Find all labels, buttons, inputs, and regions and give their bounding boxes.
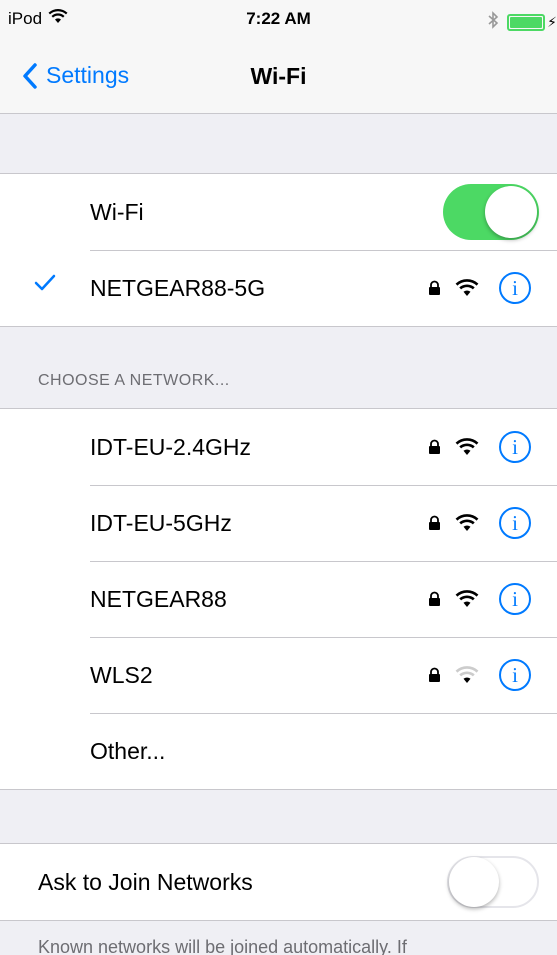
charging-bolt-icon: ⚡: [547, 14, 557, 30]
info-icon[interactable]: i: [499, 659, 531, 691]
wifi-group: Wi-Fi NETGEAR88-5G i: [0, 173, 557, 327]
network-name: IDT-EU-5GHz: [90, 509, 232, 536]
page-title: Wi-Fi: [250, 63, 307, 89]
status-time: 7:22 AM: [246, 9, 311, 28]
bluetooth-icon: [487, 11, 499, 34]
other-network-row[interactable]: Other...: [0, 713, 557, 789]
wifi-icon: [455, 514, 479, 531]
wifi-icon: [455, 590, 479, 607]
battery-fill: [510, 17, 543, 28]
lock-icon: [429, 667, 440, 682]
network-row[interactable]: IDT-EU-5GHz i: [0, 485, 557, 561]
wifi-icon: [455, 666, 479, 683]
info-icon[interactable]: i: [499, 507, 531, 539]
lock-icon: [429, 591, 440, 606]
network-row[interactable]: WLS2 i: [0, 637, 557, 713]
ask-to-join-label: Ask to Join Networks: [38, 868, 253, 895]
status-bar: iPod 7:22 AM ⚡: [0, 0, 557, 40]
info-icon[interactable]: i: [499, 272, 531, 304]
battery-icon: [507, 14, 546, 31]
info-icon[interactable]: i: [499, 431, 531, 463]
toggle-knob: [485, 186, 537, 238]
ask-to-join-toggle[interactable]: [447, 856, 539, 908]
network-name: WLS2: [90, 661, 153, 688]
ask-to-join-group: Ask to Join Networks: [0, 843, 557, 921]
wifi-toggle[interactable]: [443, 184, 539, 240]
lock-icon: [429, 439, 440, 454]
network-accessories: i: [428, 250, 531, 326]
networks-group: IDT-EU-2.4GHz i IDT-EU-5GHz i NETGEAR88 …: [0, 408, 557, 790]
ask-to-join-footer: Known networks will be joined automatica…: [38, 937, 407, 955]
other-network-label: Other...: [90, 737, 166, 764]
wifi-icon: [455, 438, 479, 455]
network-accessories: i: [428, 409, 531, 485]
network-accessories: i: [428, 637, 531, 713]
wifi-label: Wi-Fi: [90, 198, 144, 225]
section-header: CHOOSE A NETWORK...: [38, 372, 230, 389]
info-icon[interactable]: i: [499, 583, 531, 615]
lock-icon: [429, 515, 440, 530]
toggle-knob: [449, 857, 499, 907]
checkmark-icon: [34, 274, 56, 291]
ask-to-join-row: Ask to Join Networks: [0, 844, 557, 920]
connected-network-name: NETGEAR88-5G: [90, 274, 266, 301]
connected-network-row[interactable]: NETGEAR88-5G i: [0, 250, 557, 326]
lock-icon: [429, 280, 440, 295]
network-accessories: i: [428, 485, 531, 561]
wifi-icon: [455, 279, 479, 296]
status-bar-right: ⚡: [487, 11, 557, 34]
wifi-toggle-row: Wi-Fi: [0, 174, 557, 250]
navigation-bar: Settings Wi-Fi: [0, 40, 557, 114]
network-row[interactable]: NETGEAR88 i: [0, 561, 557, 637]
network-accessories: i: [428, 561, 531, 637]
network-name: NETGEAR88: [90, 585, 227, 612]
network-name: IDT-EU-2.4GHz: [90, 433, 252, 460]
network-row[interactable]: IDT-EU-2.4GHz i: [0, 409, 557, 485]
